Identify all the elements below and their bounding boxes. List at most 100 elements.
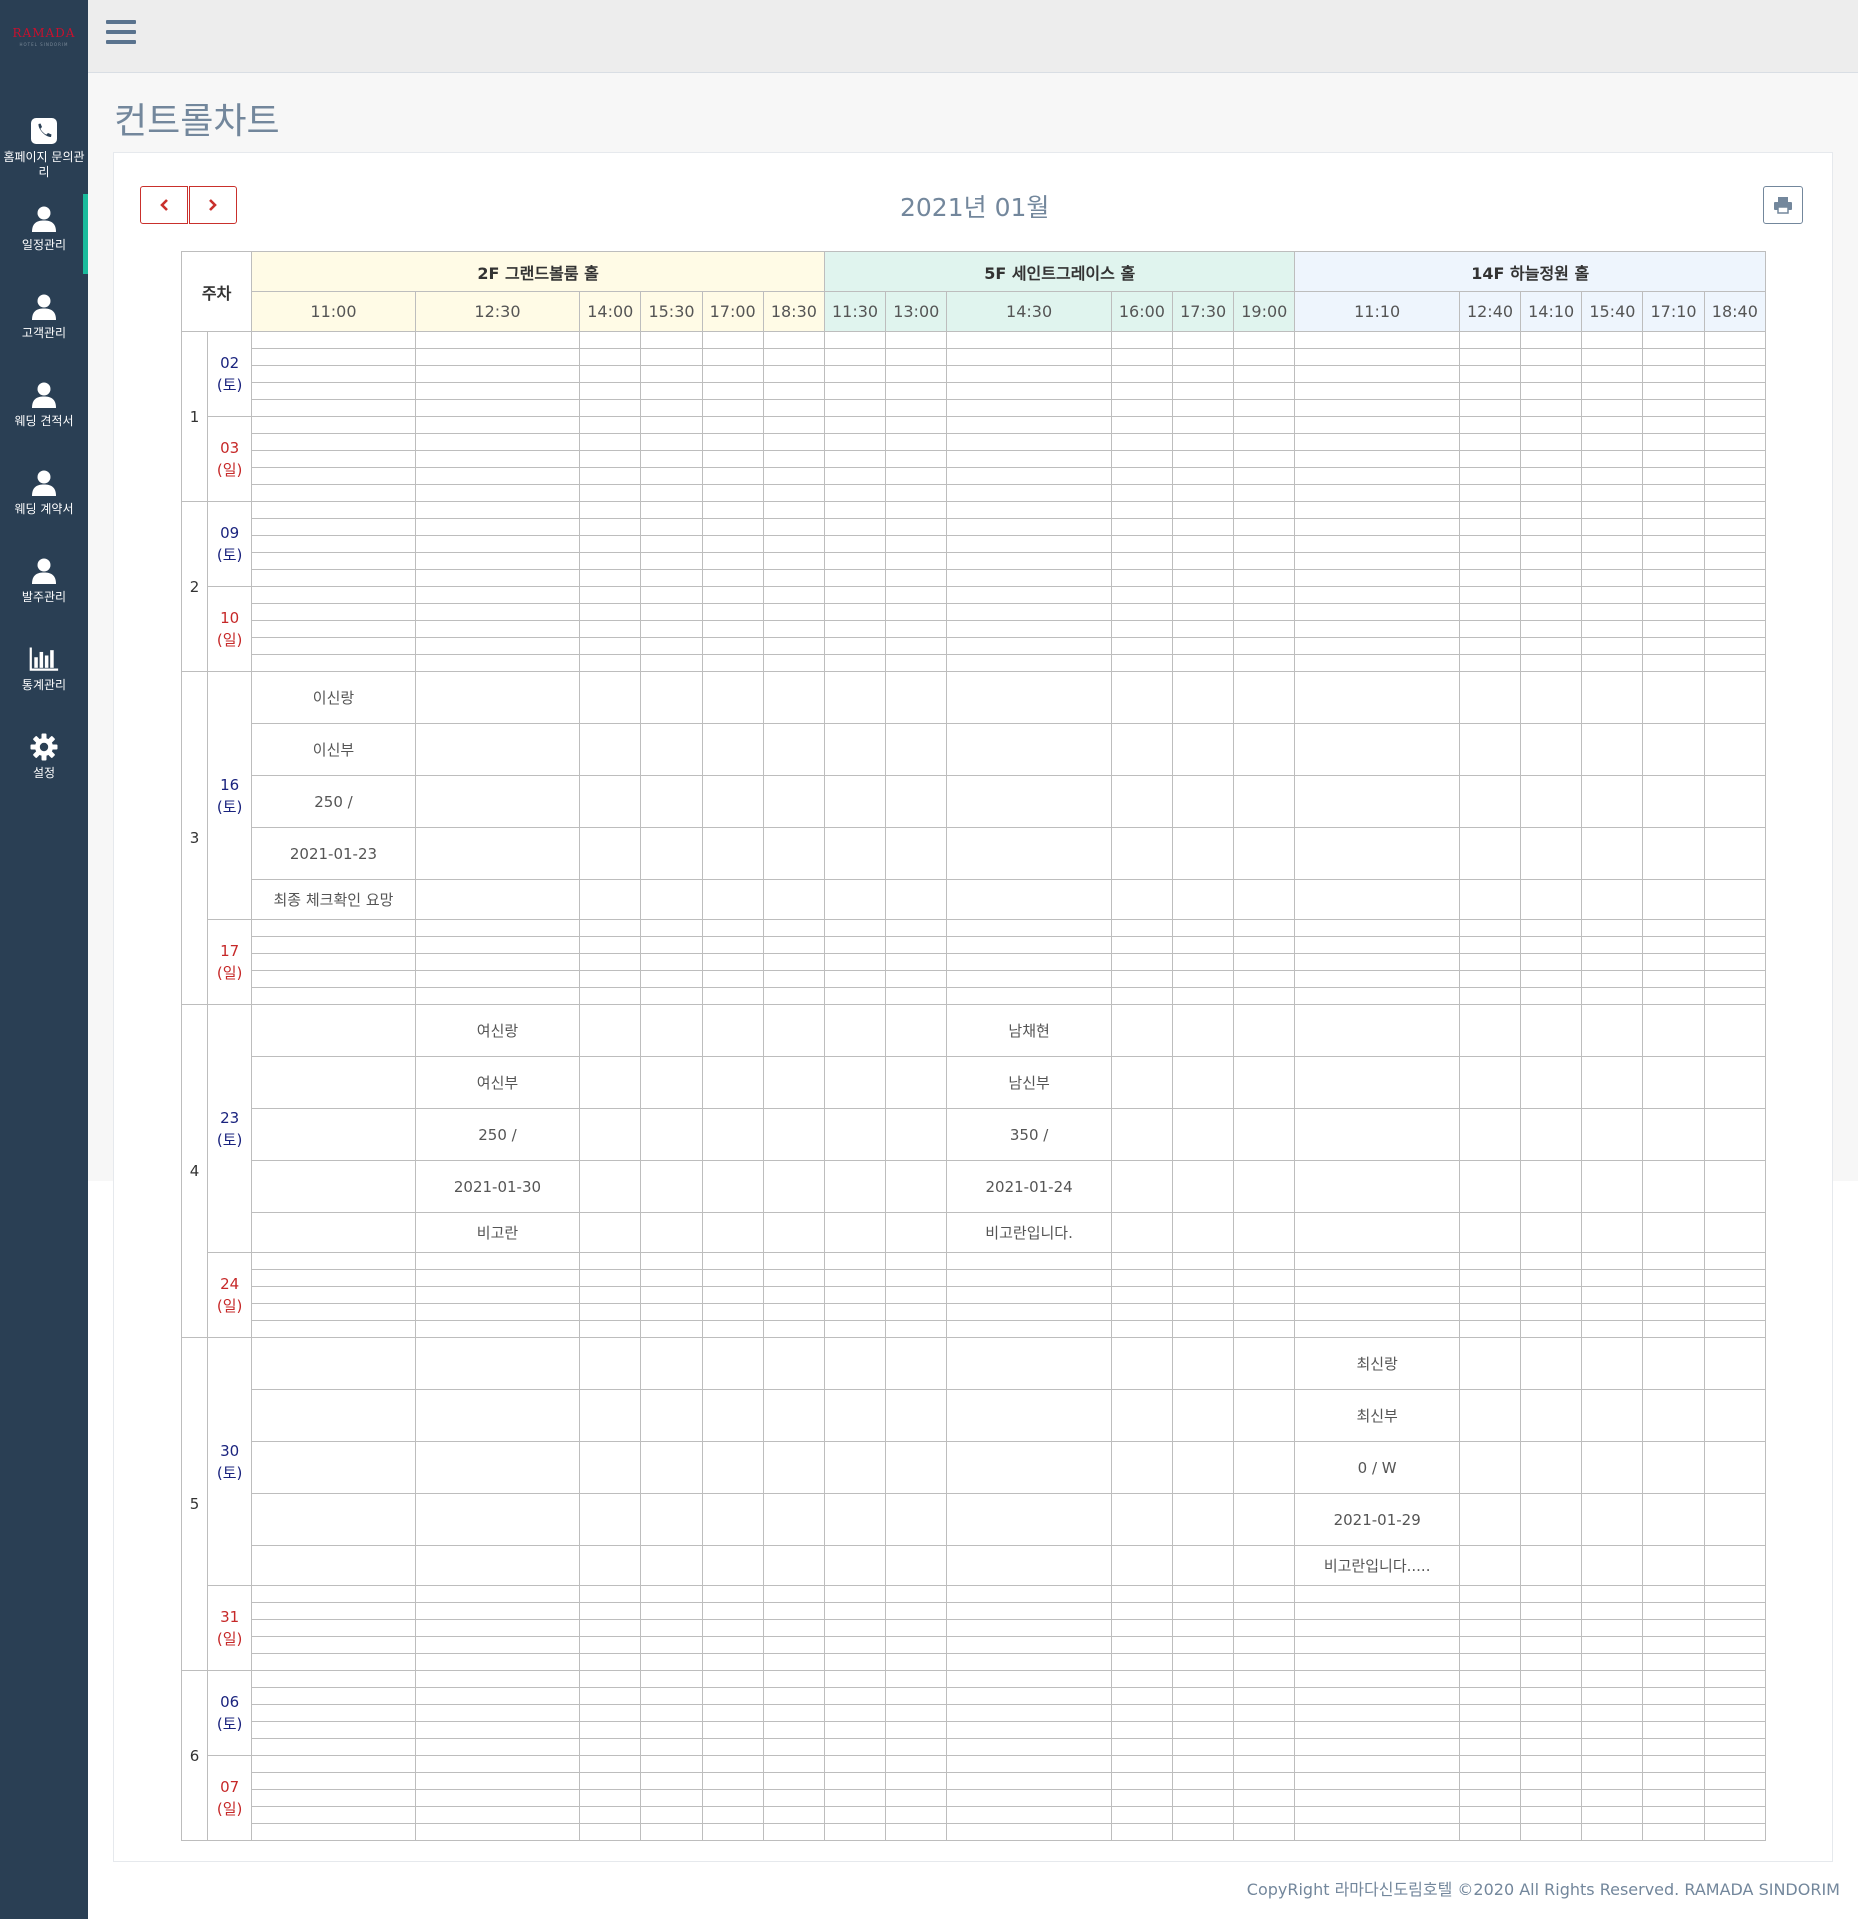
slot-cell[interactable] (1520, 1269, 1583, 1287)
slot-cell[interactable] (762, 365, 825, 383)
slot-cell[interactable] (1581, 919, 1644, 937)
slot-cell[interactable] (1642, 654, 1705, 672)
slot-cell[interactable] (1110, 1602, 1174, 1620)
slot-cell[interactable] (1294, 654, 1460, 672)
slot-cell[interactable] (1458, 970, 1522, 988)
event-line[interactable]: 남신부 (946, 1056, 1112, 1109)
slot-cell[interactable] (1294, 936, 1460, 954)
slot-cell[interactable] (701, 775, 764, 828)
slot-cell[interactable] (885, 501, 948, 519)
slot-cell[interactable] (946, 1585, 1112, 1603)
slot-cell[interactable] (1294, 450, 1460, 468)
slot-cell[interactable] (1581, 1337, 1644, 1390)
slot-cell[interactable] (701, 1337, 764, 1390)
slot-cell[interactable] (701, 365, 764, 383)
slot-cell[interactable] (640, 365, 703, 383)
slot-cell[interactable] (1110, 1653, 1174, 1671)
slot-cell[interactable] (1233, 936, 1296, 954)
slot-cell[interactable] (762, 620, 825, 638)
slot-cell[interactable] (946, 879, 1112, 920)
slot-cell[interactable] (414, 365, 581, 383)
event-line[interactable]: 2021-01-30 (414, 1160, 581, 1213)
slot-cell[interactable] (414, 1269, 581, 1287)
slot-cell[interactable] (1520, 1441, 1583, 1494)
slot-cell[interactable] (762, 1108, 825, 1161)
slot-cell[interactable] (1294, 1269, 1460, 1287)
slot-cell[interactable] (579, 1493, 642, 1546)
slot-cell[interactable] (1703, 1823, 1767, 1841)
slot-cell[interactable] (1110, 1160, 1174, 1213)
slot-cell[interactable] (701, 1789, 764, 1807)
slot-cell[interactable] (1458, 399, 1522, 417)
slot-cell[interactable] (1703, 637, 1767, 655)
slot-cell[interactable] (414, 484, 581, 502)
slot-cell[interactable] (1110, 467, 1174, 485)
slot-cell[interactable] (1110, 1212, 1174, 1253)
slot-cell[interactable] (1703, 1772, 1767, 1790)
slot-cell[interactable] (701, 450, 764, 468)
slot-cell[interactable] (1581, 603, 1644, 621)
slot-cell[interactable] (701, 331, 764, 349)
slot-cell[interactable] (1642, 1160, 1705, 1213)
slot-cell[interactable] (251, 1441, 416, 1494)
slot-cell[interactable] (251, 1619, 416, 1637)
slot-cell[interactable] (1581, 518, 1644, 536)
slot-cell[interactable] (414, 936, 581, 954)
slot-cell[interactable] (885, 827, 948, 880)
slot-cell[interactable] (762, 1721, 825, 1739)
slot-cell[interactable] (946, 987, 1112, 1005)
slot-cell[interactable] (1703, 331, 1767, 349)
slot-cell[interactable] (251, 1545, 416, 1586)
slot-cell[interactable] (885, 1823, 948, 1841)
slot-cell[interactable] (1642, 671, 1705, 724)
slot-cell[interactable] (1172, 827, 1235, 880)
slot-cell[interactable] (640, 1286, 703, 1304)
slot-cell[interactable] (1294, 637, 1460, 655)
slot-cell[interactable] (414, 1493, 581, 1546)
slot-cell[interactable] (1581, 1004, 1644, 1057)
slot-cell[interactable] (1172, 970, 1235, 988)
slot-cell[interactable] (579, 671, 642, 724)
slot-cell[interactable] (1458, 1789, 1522, 1807)
slot-cell[interactable] (1110, 1585, 1174, 1603)
slot-cell[interactable] (640, 1269, 703, 1287)
slot-cell[interactable] (823, 1212, 887, 1253)
slot-cell[interactable] (1110, 365, 1174, 383)
slot-cell[interactable] (1294, 1602, 1460, 1620)
slot-cell[interactable] (946, 552, 1112, 570)
slot-cell[interactable] (1233, 535, 1296, 553)
slot-cell[interactable] (701, 518, 764, 536)
slot-cell[interactable] (579, 552, 642, 570)
slot-cell[interactable] (1642, 331, 1705, 349)
slot-cell[interactable] (1642, 919, 1705, 937)
slot-cell[interactable] (1642, 1772, 1705, 1790)
slot-cell[interactable] (1458, 1286, 1522, 1304)
slot-cell[interactable] (1703, 348, 1767, 366)
slot-cell[interactable] (1458, 1337, 1522, 1390)
slot-cell[interactable] (1581, 620, 1644, 638)
slot-cell[interactable] (762, 723, 825, 776)
slot-cell[interactable] (579, 637, 642, 655)
slot-cell[interactable] (885, 1004, 948, 1057)
slot-cell[interactable] (885, 1670, 948, 1688)
slot-cell[interactable] (946, 953, 1112, 971)
slot-cell[interactable] (701, 382, 764, 400)
slot-cell[interactable] (701, 953, 764, 971)
slot-cell[interactable] (885, 348, 948, 366)
slot-cell[interactable] (640, 1704, 703, 1722)
slot-cell[interactable] (762, 433, 825, 451)
slot-cell[interactable] (1703, 1721, 1767, 1739)
slot-cell[interactable] (1642, 1602, 1705, 1620)
slot-cell[interactable] (823, 1252, 887, 1270)
slot-cell[interactable] (251, 348, 416, 366)
slot-cell[interactable] (701, 1823, 764, 1841)
slot-cell[interactable] (1642, 970, 1705, 988)
slot-cell[interactable] (251, 654, 416, 672)
slot-cell[interactable] (885, 1755, 948, 1773)
slot-cell[interactable] (701, 620, 764, 638)
slot-cell[interactable] (640, 953, 703, 971)
slot-cell[interactable] (640, 879, 703, 920)
slot-cell[interactable] (1110, 1806, 1174, 1824)
slot-cell[interactable] (1172, 919, 1235, 937)
slot-cell[interactable] (762, 1704, 825, 1722)
